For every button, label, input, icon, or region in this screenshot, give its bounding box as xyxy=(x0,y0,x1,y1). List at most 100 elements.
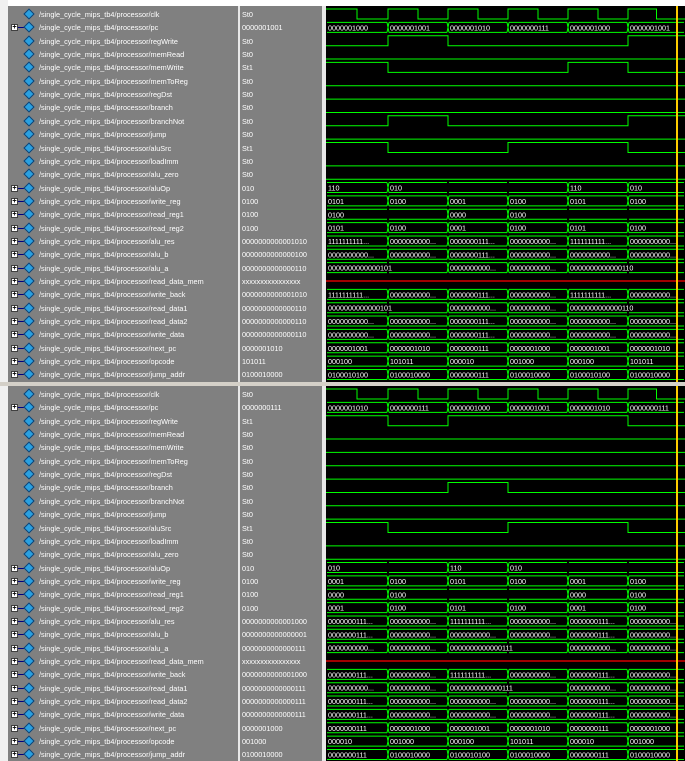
signal-row[interactable]: + /single_cycle_mips_tb4/processor/opcode xyxy=(8,735,238,748)
signal-value-row: St0 xyxy=(240,455,322,468)
signal-row[interactable]: + /single_cycle_mips_tb4/processor/read_d… xyxy=(8,302,238,315)
expand-plus-icon[interactable]: + xyxy=(11,371,18,379)
bus-trace: 0000000000000101 0000000000... 0000000000.… xyxy=(327,302,684,314)
expand-plus-icon[interactable]: + xyxy=(11,604,18,612)
expand-plus-icon[interactable]: + xyxy=(11,24,18,32)
expand-plus-icon[interactable]: + xyxy=(11,591,18,599)
expand-plus-icon[interactable]: + xyxy=(11,644,18,652)
signal-row[interactable]: /single_cycle_mips_tb4/processor/branch xyxy=(8,481,238,494)
expand-plus-icon[interactable]: + xyxy=(11,698,18,706)
signal-row[interactable]: + /single_cycle_mips_tb4/processor/write_… xyxy=(8,708,238,721)
signal-row[interactable]: + /single_cycle_mips_tb4/processor/read_d… xyxy=(8,682,238,695)
signal-value-row: St0 xyxy=(240,388,322,401)
expand-plus-icon[interactable]: + xyxy=(11,278,18,285)
expand-plus-icon[interactable]: + xyxy=(11,358,18,366)
signal-row[interactable]: + /single_cycle_mips_tb4/processor/write_… xyxy=(8,328,238,341)
expand-plus-icon[interactable]: + xyxy=(11,631,18,639)
expand-plus-icon[interactable]: + xyxy=(11,344,18,352)
expand-plus-icon[interactable]: + xyxy=(11,237,18,245)
signal-row[interactable]: + /single_cycle_mips_tb4/processor/opcode xyxy=(8,355,238,368)
bus-value-label: 0000001001 xyxy=(570,344,610,353)
signal-row[interactable]: /single_cycle_mips_tb4/processor/branchN… xyxy=(8,495,238,508)
signal-row[interactable]: + /single_cycle_mips_tb4/processor/jump_a… xyxy=(8,748,238,761)
expand-plus-icon[interactable]: + xyxy=(11,564,18,572)
expand-plus-icon[interactable]: + xyxy=(11,724,18,732)
signal-row[interactable]: + /single_cycle_mips_tb4/processor/write_… xyxy=(8,195,238,208)
signal-row[interactable]: + /single_cycle_mips_tb4/processor/alu_re… xyxy=(8,615,238,628)
waveform-area[interactable]: 0000001010 0000000111 0000001000 0000001001… xyxy=(326,386,685,761)
bus-value-label: 0000000000... xyxy=(630,630,676,639)
signal-row[interactable]: + /single_cycle_mips_tb4/processor/read_d… xyxy=(8,655,238,668)
expand-plus-icon[interactable]: + xyxy=(11,617,18,625)
signal-row[interactable]: /single_cycle_mips_tb4/processor/aluSrc xyxy=(8,141,238,155)
signal-row[interactable]: /single_cycle_mips_tb4/processor/memToRe… xyxy=(8,455,238,468)
expand-plus-icon[interactable]: + xyxy=(11,404,18,412)
bus-value-label: 101011 xyxy=(630,357,653,366)
signal-row[interactable]: + /single_cycle_mips_tb4/processor/read_r… xyxy=(8,221,238,235)
signal-row[interactable]: + /single_cycle_mips_tb4/processor/next_p… xyxy=(8,342,238,355)
signal-row[interactable]: + /single_cycle_mips_tb4/processor/write_… xyxy=(8,288,238,301)
signal-row[interactable]: /single_cycle_mips_tb4/processor/regWrit… xyxy=(8,415,238,428)
signal-row[interactable]: + /single_cycle_mips_tb4/processor/alu_a xyxy=(8,641,238,655)
signal-row[interactable]: + /single_cycle_mips_tb4/processor/write_… xyxy=(8,575,238,588)
signal-row[interactable]: /single_cycle_mips_tb4/processor/memWrit… xyxy=(8,441,238,454)
expand-plus-icon[interactable]: + xyxy=(11,251,18,259)
signal-row[interactable]: + /single_cycle_mips_tb4/processor/read_d… xyxy=(8,695,238,708)
signal-row[interactable]: + /single_cycle_mips_tb4/processor/read_d… xyxy=(8,275,238,288)
signal-row[interactable]: /single_cycle_mips_tb4/processor/memToRe… xyxy=(8,75,238,88)
expand-plus-icon[interactable]: + xyxy=(11,738,18,746)
signal-row[interactable]: /single_cycle_mips_tb4/processor/memRead xyxy=(8,48,238,61)
signal-row[interactable]: /single_cycle_mips_tb4/processor/regDst xyxy=(8,88,238,101)
expand-plus-icon[interactable]: + xyxy=(11,751,18,759)
signal-row[interactable]: + /single_cycle_mips_tb4/processor/alu_b xyxy=(8,628,238,641)
expand-plus-icon[interactable]: + xyxy=(11,684,18,692)
expand-plus-icon[interactable]: + xyxy=(11,711,18,719)
signal-row[interactable]: + /single_cycle_mips_tb4/processor/alu_b xyxy=(8,248,238,261)
signal-row[interactable]: + /single_cycle_mips_tb4/processor/aluOp xyxy=(8,181,238,195)
signal-row[interactable]: /single_cycle_mips_tb4/processor/alu_zer… xyxy=(8,168,238,181)
signal-row[interactable]: /single_cycle_mips_tb4/processor/regDst xyxy=(8,468,238,481)
expand-plus-icon[interactable]: + xyxy=(11,184,18,192)
signal-row[interactable]: /single_cycle_mips_tb4/processor/loadImm xyxy=(8,155,238,168)
signal-row[interactable]: /single_cycle_mips_tb4/processor/memWrit… xyxy=(8,61,238,74)
signal-row[interactable]: /single_cycle_mips_tb4/processor/clk xyxy=(8,8,238,21)
signal-row[interactable]: + /single_cycle_mips_tb4/processor/aluOp xyxy=(8,561,238,575)
signal-row[interactable]: + /single_cycle_mips_tb4/processor/alu_re… xyxy=(8,235,238,248)
signal-name: /single_cycle_mips_tb4/processor/write_r… xyxy=(39,196,181,206)
expand-plus-icon[interactable]: + xyxy=(11,331,18,339)
signal-row[interactable]: + /single_cycle_mips_tb4/processor/read_d… xyxy=(8,315,238,328)
expand-plus-icon[interactable]: + xyxy=(11,671,18,679)
signal-value: St0 xyxy=(242,156,253,166)
signal-row[interactable]: /single_cycle_mips_tb4/processor/branch xyxy=(8,101,238,114)
expand-plus-icon[interactable]: + xyxy=(11,577,18,585)
expand-plus-icon[interactable]: + xyxy=(11,658,18,665)
waveform-area[interactable]: 0000001000 0000001001 0000001010 0000000111… xyxy=(326,6,685,382)
signal-row[interactable]: + /single_cycle_mips_tb4/processor/pc xyxy=(8,401,238,414)
signal-row[interactable]: + /single_cycle_mips_tb4/processor/next_p… xyxy=(8,722,238,735)
signal-name: /single_cycle_mips_tb4/processor/branch xyxy=(39,483,173,493)
signal-row[interactable]: + /single_cycle_mips_tb4/processor/alu_a xyxy=(8,261,238,275)
signal-row[interactable]: /single_cycle_mips_tb4/processor/loadImm xyxy=(8,535,238,548)
expand-plus-icon[interactable]: + xyxy=(11,197,18,205)
expand-plus-icon[interactable]: + xyxy=(11,291,18,299)
signal-row[interactable]: /single_cycle_mips_tb4/processor/branchN… xyxy=(8,115,238,128)
expand-plus-icon[interactable]: + xyxy=(11,304,18,312)
signal-row[interactable]: /single_cycle_mips_tb4/processor/alu_zer… xyxy=(8,548,238,561)
signal-row[interactable]: + /single_cycle_mips_tb4/processor/pc xyxy=(8,21,238,34)
signal-row[interactable]: /single_cycle_mips_tb4/processor/memRead xyxy=(8,428,238,441)
signal-row[interactable]: /single_cycle_mips_tb4/processor/aluSrc xyxy=(8,521,238,535)
expand-plus-icon[interactable]: + xyxy=(11,318,18,326)
signal-row[interactable]: + /single_cycle_mips_tb4/processor/read_r… xyxy=(8,208,238,221)
expand-plus-icon[interactable]: + xyxy=(11,211,18,219)
signal-row[interactable]: + /single_cycle_mips_tb4/processor/write_… xyxy=(8,668,238,681)
signal-row[interactable]: /single_cycle_mips_tb4/processor/jump xyxy=(8,128,238,141)
signal-row[interactable]: /single_cycle_mips_tb4/processor/jump xyxy=(8,508,238,521)
expand-plus-icon[interactable]: + xyxy=(11,224,18,232)
expand-plus-icon[interactable]: + xyxy=(11,264,18,272)
signal-row[interactable]: /single_cycle_mips_tb4/processor/clk xyxy=(8,388,238,401)
signal-row[interactable]: + /single_cycle_mips_tb4/processor/read_r… xyxy=(8,588,238,601)
signal-row[interactable]: /single_cycle_mips_tb4/processor/regWrit… xyxy=(8,35,238,48)
signal-row[interactable]: + /single_cycle_mips_tb4/processor/read_r… xyxy=(8,601,238,615)
signal-row[interactable]: + /single_cycle_mips_tb4/processor/jump_a… xyxy=(8,368,238,381)
bus-value-label: 0000001000 xyxy=(450,403,490,412)
